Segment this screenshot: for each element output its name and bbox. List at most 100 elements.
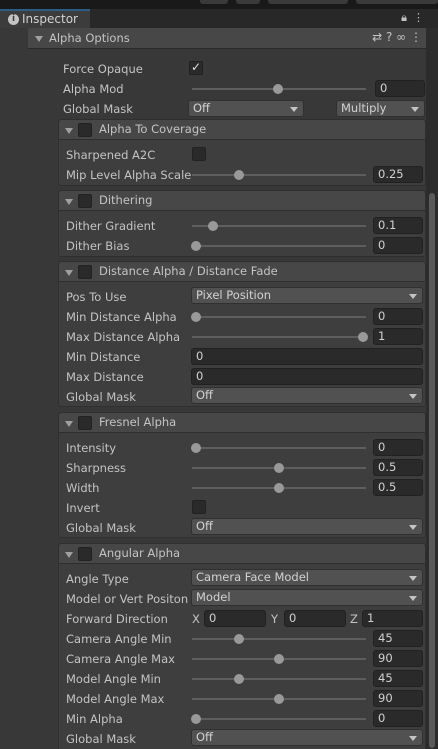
dither-bias-slider-handle[interactable] xyxy=(191,241,201,251)
settings-menu-icon[interactable]: ⋮ xyxy=(410,30,422,44)
distance-alpha-toggle[interactable] xyxy=(78,265,92,279)
dither-gradient-slider-track[interactable] xyxy=(192,225,366,227)
dither-bias-slider-track[interactable] xyxy=(192,245,366,247)
foldout-arrow-icon[interactable] xyxy=(65,199,73,205)
pos-to-use-value: Pixel Position xyxy=(196,288,272,302)
camera-angle-min-slider-handle[interactable] xyxy=(234,634,244,644)
alpha-mod-field[interactable]: 0 xyxy=(375,80,425,97)
lock-icon[interactable]: 🔒︎ xyxy=(401,11,413,24)
intensity-field[interactable]: 0 xyxy=(373,439,423,456)
alpha-options-header[interactable]: Alpha Options ⇄ ? ∞ ⋮ xyxy=(28,28,426,49)
angular-alpha-header[interactable]: Angular Alpha xyxy=(59,544,425,564)
width-field[interactable]: 0.5 xyxy=(373,479,423,496)
alpha-mod-slider-handle[interactable] xyxy=(273,84,283,94)
dithering-toggle[interactable] xyxy=(78,194,92,208)
max-distance-alpha-slider-track[interactable] xyxy=(192,336,366,338)
foldout-arrow-icon[interactable] xyxy=(65,421,73,427)
min-distance-alpha-slider-track[interactable] xyxy=(192,316,366,318)
tab-inspector[interactable]: i Inspector xyxy=(0,9,90,28)
model-angle-min-slider-handle[interactable] xyxy=(234,674,244,684)
min-distance-field[interactable]: 0 xyxy=(191,348,423,365)
preset-icon[interactable]: ⇄ xyxy=(372,30,382,44)
mip-level-slider-handle[interactable] xyxy=(234,170,244,180)
mip-level-field[interactable]: 0.25 xyxy=(373,166,423,183)
intensity-slider-handle[interactable] xyxy=(191,443,201,453)
alpha-to-coverage-toggle[interactable] xyxy=(78,123,92,137)
width-slider-handle[interactable] xyxy=(274,483,284,493)
dither-gradient-field[interactable]: 0.1 xyxy=(373,217,423,234)
min-distance-alpha-label: Min Distance Alpha xyxy=(66,310,177,324)
global-mask-label: Global Mask xyxy=(63,102,133,116)
distance-alpha-header[interactable]: Distance Alpha / Distance Fade xyxy=(59,262,425,282)
vertical-scrollbar[interactable] xyxy=(426,28,438,749)
window-tab-row: i Inspector 🔒︎⋮ xyxy=(0,9,438,28)
min-alpha-field[interactable]: 0 xyxy=(373,710,423,727)
foldout-arrow-icon[interactable] xyxy=(65,270,73,276)
global-mask-dropdown[interactable]: Off xyxy=(191,518,423,535)
camera-angle-min-slider-track[interactable] xyxy=(192,638,366,640)
global-mask-label: Global Mask xyxy=(66,732,136,746)
link-icon[interactable]: ∞ xyxy=(396,30,406,44)
help-icon[interactable]: ? xyxy=(386,30,392,44)
dithering-section: Dithering Dither Gradient 0.1 Dither Bia… xyxy=(58,190,426,257)
alpha-mod-label: Alpha Mod xyxy=(63,82,124,96)
sharpness-field[interactable]: 0.5 xyxy=(373,459,423,476)
max-distance-alpha-field[interactable]: 1 xyxy=(373,328,423,345)
foldout-arrow-icon[interactable] xyxy=(35,36,43,42)
model-angle-max-label: Model Angle Max xyxy=(66,692,165,706)
min-alpha-label: Min Alpha xyxy=(66,712,123,726)
dither-gradient-slider-handle[interactable] xyxy=(208,221,218,231)
model-angle-min-slider-track[interactable] xyxy=(192,678,366,680)
model-angle-max-field[interactable]: 90 xyxy=(373,690,423,707)
forward-y-field[interactable]: 0 xyxy=(284,610,346,627)
sharpness-slider-handle[interactable] xyxy=(274,463,284,473)
model-angle-min-field[interactable]: 45 xyxy=(373,670,423,687)
chevron-down-icon xyxy=(409,736,417,741)
mip-level-alpha-scale-label: Mip Level Alpha Scale xyxy=(66,168,192,182)
min-distance-alpha-slider-handle[interactable] xyxy=(191,312,201,322)
fresnel-alpha-header[interactable]: Fresnel Alpha xyxy=(59,413,425,433)
global-mask-dropdown[interactable]: Off xyxy=(191,729,423,746)
scrollbar-thumb[interactable] xyxy=(429,193,435,748)
toolbar-stub xyxy=(356,0,438,4)
more-menu-icon[interactable]: ⋮ xyxy=(413,11,430,24)
dithering-header[interactable]: Dithering xyxy=(59,191,425,211)
section-title: Fresnel Alpha xyxy=(99,415,177,429)
global-mask-dropdown[interactable]: Off xyxy=(188,100,304,117)
dither-bias-field[interactable]: 0 xyxy=(373,237,423,254)
angle-type-dropdown[interactable]: Camera Face Model xyxy=(191,569,423,586)
camera-angle-max-field[interactable]: 90 xyxy=(373,650,423,667)
alpha-to-coverage-header[interactable]: Alpha To Coverage xyxy=(59,120,425,140)
max-distance-field[interactable]: 0 xyxy=(191,368,423,385)
global-mask-value: Off xyxy=(193,101,210,115)
sharpened-a2c-checkbox[interactable] xyxy=(192,147,206,161)
angular-alpha-toggle[interactable] xyxy=(78,547,92,561)
max-distance-alpha-slider-handle[interactable] xyxy=(358,332,368,342)
min-alpha-slider-track[interactable] xyxy=(192,718,366,720)
chevron-down-icon xyxy=(409,394,417,399)
blend-mode-dropdown[interactable]: Multiply xyxy=(336,100,425,117)
intensity-slider-track[interactable] xyxy=(192,447,366,449)
camera-angle-max-slider-handle[interactable] xyxy=(274,654,284,664)
forward-z-field[interactable]: 1 xyxy=(362,610,423,627)
pos-to-use-dropdown[interactable]: Pixel Position xyxy=(191,287,423,304)
invert-label: Invert xyxy=(66,501,100,515)
min-distance-alpha-field[interactable]: 0 xyxy=(373,308,423,325)
min-distance-label: Min Distance xyxy=(66,350,141,364)
model-or-vert-dropdown[interactable]: Model xyxy=(191,589,423,606)
foldout-arrow-icon[interactable] xyxy=(65,552,73,558)
model-angle-max-slider-handle[interactable] xyxy=(274,694,284,704)
force-opaque-checkbox[interactable] xyxy=(189,60,203,75)
angle-type-value: Camera Face Model xyxy=(196,570,309,584)
fresnel-alpha-toggle[interactable] xyxy=(78,416,92,430)
forward-x-field[interactable]: 0 xyxy=(204,610,266,627)
camera-angle-min-label: Camera Angle Min xyxy=(66,632,172,646)
camera-angle-min-field[interactable]: 45 xyxy=(373,630,423,647)
mip-level-slider-track[interactable] xyxy=(192,174,366,176)
global-mask-dropdown[interactable]: Off xyxy=(191,387,423,404)
force-opaque-label: Force Opaque xyxy=(63,62,143,76)
foldout-arrow-icon[interactable] xyxy=(65,128,73,134)
invert-checkbox[interactable] xyxy=(192,500,206,514)
min-alpha-slider-handle[interactable] xyxy=(191,714,201,724)
inspector-content: Alpha Options ⇄ ? ∞ ⋮ Force Opaque Alpha… xyxy=(0,28,426,749)
